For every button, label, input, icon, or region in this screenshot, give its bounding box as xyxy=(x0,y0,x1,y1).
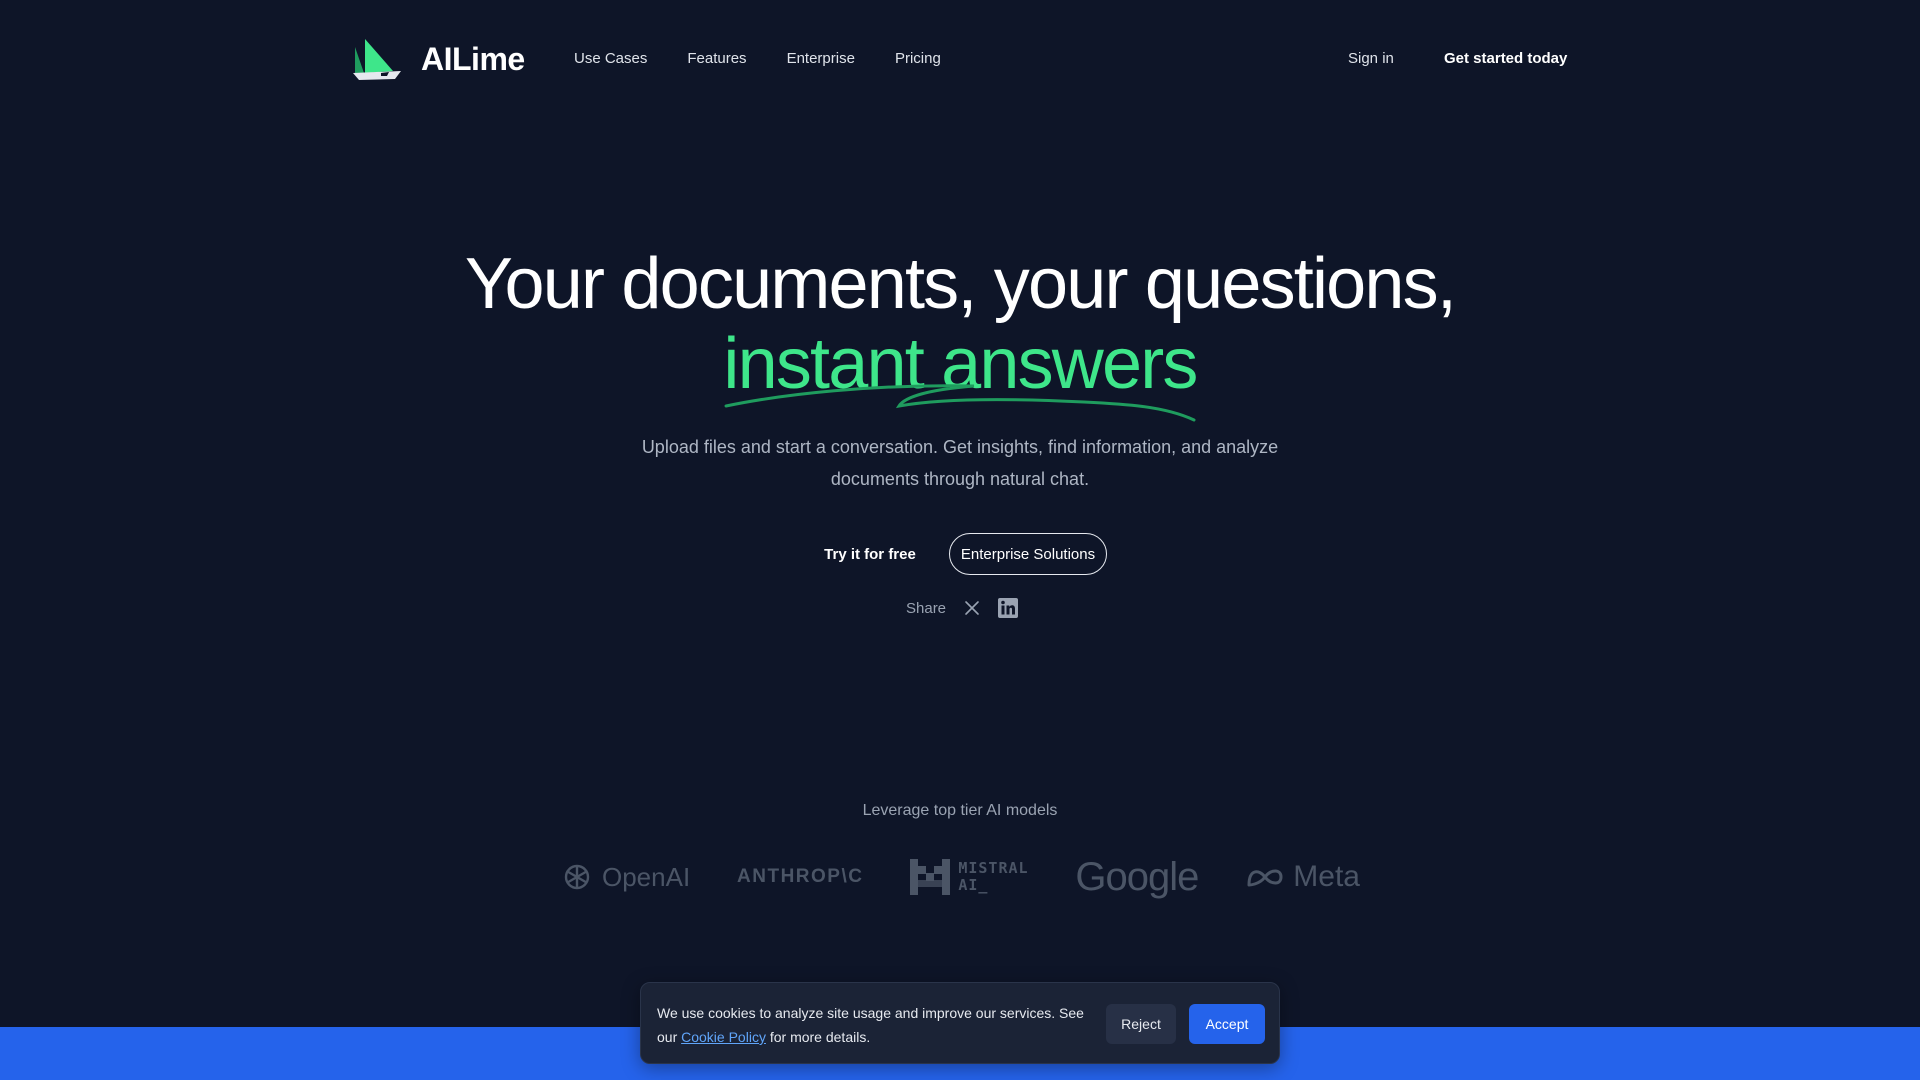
nav-use-cases[interactable]: Use Cases xyxy=(574,50,647,67)
reject-cookies-button[interactable]: Reject xyxy=(1106,1004,1176,1044)
meta-infinity-icon xyxy=(1247,869,1283,887)
site-header: AILime Use Cases Features Enterprise Pri… xyxy=(0,0,1920,120)
nav-features[interactable]: Features xyxy=(687,50,746,67)
try-free-button[interactable]: Try it for free xyxy=(810,533,930,575)
anthropic-logo: ANTHROP\C xyxy=(737,866,864,887)
mistral-line1: MISTRAL xyxy=(958,859,1029,877)
google-logo: Google xyxy=(1075,854,1199,899)
cookie-banner: We use cookies to analyze site usage and… xyxy=(640,982,1280,1064)
sign-in-link[interactable]: Sign in xyxy=(1348,50,1394,67)
sailboat-logo-icon xyxy=(353,39,401,80)
mistral-logo: MISTRAL AI_ xyxy=(910,859,1028,895)
hero-subtitle: Upload files and start a conversation. G… xyxy=(641,437,1279,489)
x-icon[interactable] xyxy=(964,600,980,616)
accept-cookies-button[interactable]: Accept xyxy=(1189,1004,1265,1044)
nav-enterprise[interactable]: Enterprise xyxy=(787,50,855,67)
brand-logo[interactable]: AILime xyxy=(351,37,525,81)
cookie-policy-link[interactable]: Cookie Policy xyxy=(681,1029,766,1045)
scribble-underline-icon xyxy=(724,384,1196,422)
hero-title: Your documents, your questions, xyxy=(464,244,1457,324)
enterprise-solutions-button[interactable]: Enterprise Solutions xyxy=(949,533,1107,575)
brand-name: AILime xyxy=(421,40,525,77)
share-row: Share xyxy=(906,598,1019,618)
openai-icon xyxy=(564,864,590,890)
cookie-message: We use cookies to analyze site usage and… xyxy=(657,1005,1084,1045)
models-label: Leverage top tier AI models xyxy=(862,802,1058,819)
share-label: Share xyxy=(906,599,947,617)
mistral-line2: AI_ xyxy=(958,876,989,894)
meta-logo: Meta xyxy=(1245,860,1360,894)
openai-logo: OpenAI xyxy=(560,860,690,894)
model-logos: OpenAI ANTHROP\C MISTRAL AI_ Google Meta xyxy=(560,852,1360,902)
linkedin-icon[interactable] xyxy=(998,598,1019,618)
main-nav: Use Cases Features Enterprise Pricing xyxy=(574,50,941,67)
nav-pricing[interactable]: Pricing xyxy=(895,50,941,67)
mistral-icon xyxy=(910,859,951,895)
get-started-button[interactable]: Get started today xyxy=(1444,50,1567,67)
